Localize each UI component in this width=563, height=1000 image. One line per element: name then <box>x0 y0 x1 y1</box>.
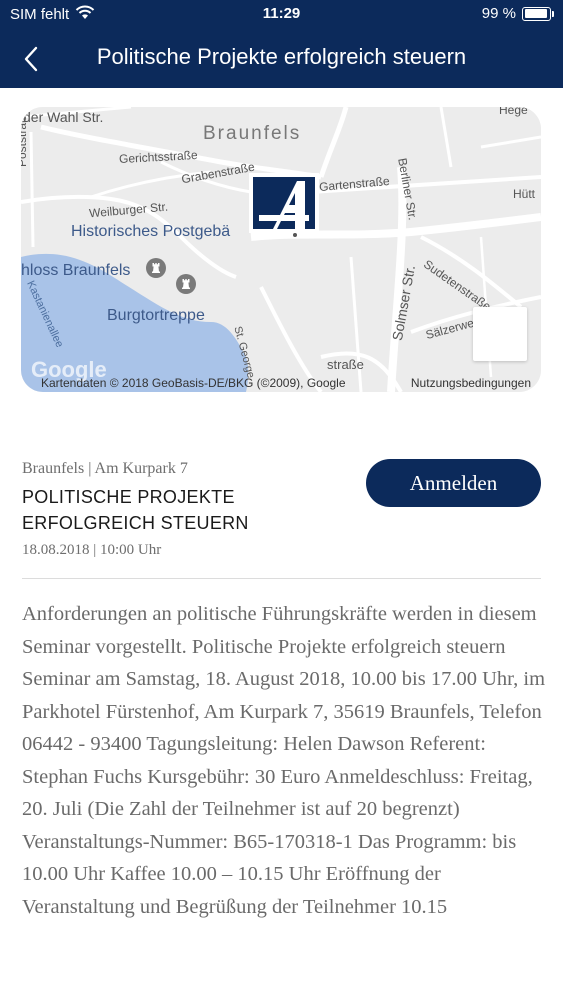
map-poi-label: Burgtortreppe <box>107 307 205 324</box>
map-location-button[interactable] <box>473 307 527 361</box>
map-background <box>21 107 541 392</box>
divider <box>22 578 541 579</box>
map-street-label: straße <box>327 357 364 372</box>
status-right: 99 % <box>481 5 554 22</box>
map-terms-link[interactable]: Nutzungsbedingungen <box>411 376 531 390</box>
register-button[interactable]: Anmelden <box>366 459 541 507</box>
nav-bar: Politische Projekte erfolgreich steuern <box>0 30 563 88</box>
map-attribution: Kartendaten © 2018 GeoBasis-DE/BKG (©200… <box>41 376 346 390</box>
map-poi-label: Historisches Postgebä <box>71 223 231 240</box>
map-street-label: Hütt <box>513 187 536 201</box>
map-street-label: der Wahl Str. <box>23 109 104 125</box>
logo-marker-icon[interactable] <box>249 173 319 237</box>
location-map[interactable]: der Wahl Str. Hege Braunfels Poststraße … <box>21 107 541 392</box>
chevron-left-icon <box>24 46 38 72</box>
map-street-label: Hege <box>499 107 528 117</box>
event-title-text: POLITISCHE PROJEKTE ERFOLGREICH STEUERN <box>22 487 249 533</box>
event-datetime: 18.08.2018 | 10:00 Uhr <box>22 542 162 558</box>
map-poi-label: hloss Braunfels <box>21 262 131 279</box>
app-header: SIM fehlt 11:29 99 % Politische Projekte… <box>0 0 563 88</box>
status-bar: SIM fehlt 11:29 99 % <box>0 0 563 30</box>
page-title: Politische Projekte erfolgreich steuern <box>96 44 467 69</box>
battery-icon <box>522 6 554 21</box>
back-button[interactable] <box>14 42 48 76</box>
battery-percent: 99 % <box>481 5 516 22</box>
status-time: 11:29 <box>262 5 301 22</box>
event-description: Anforderungen an politische Führungskräf… <box>22 603 546 918</box>
map-street-label: Poststraße <box>21 108 29 167</box>
event-title: POLITISCHE PROJEKTE ERFOLGREICH STEUERN <box>22 484 322 536</box>
map-town-label: Braunfels <box>203 123 302 144</box>
